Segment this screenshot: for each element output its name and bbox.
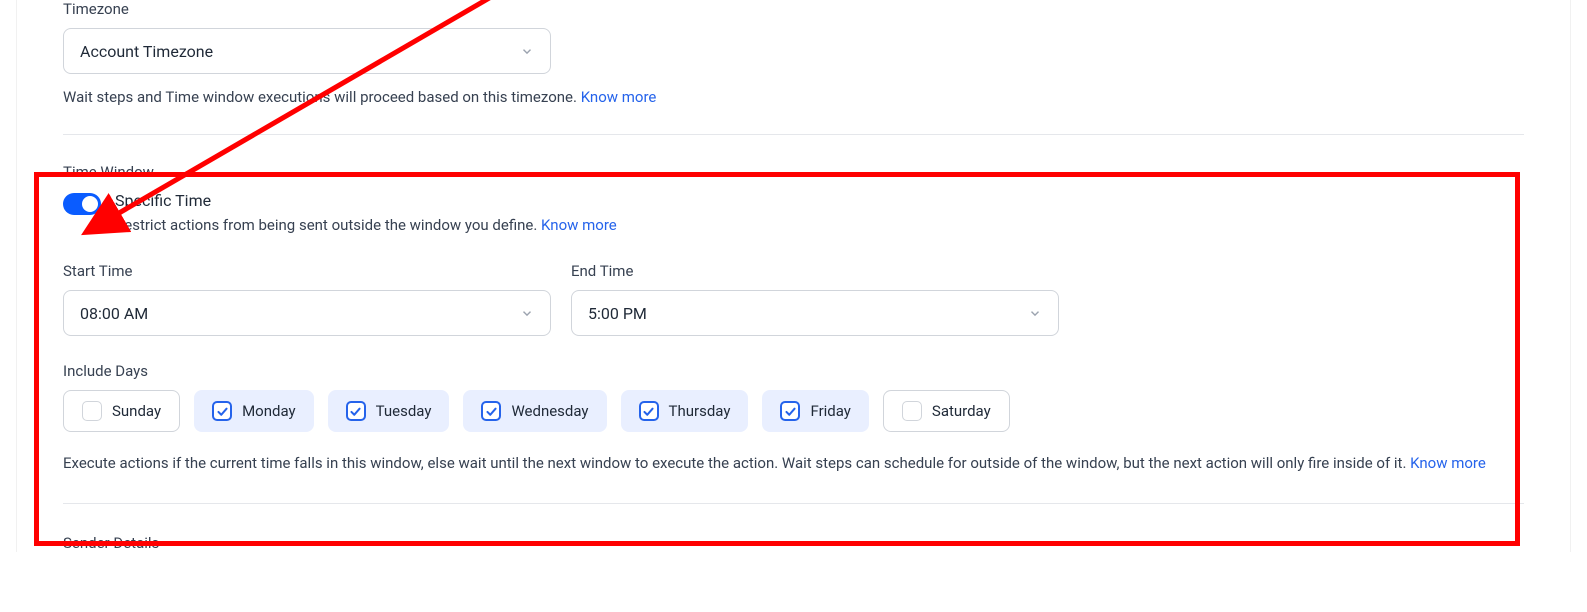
day-label: Saturday [932, 402, 991, 420]
day-label: Thursday [669, 402, 731, 420]
timezone-know-more-link[interactable]: Know more [581, 88, 657, 106]
timezone-select-value: Account Timezone [80, 42, 213, 61]
execute-know-more-link[interactable]: Know more [1410, 454, 1486, 472]
specific-time-desc-text: Restrict actions from being sent outside… [115, 216, 541, 234]
start-time-value: 08:00 AM [80, 304, 148, 323]
section-divider [63, 134, 1524, 135]
start-time-label: Start Time [63, 262, 551, 280]
end-time-value: 5:00 PM [588, 304, 647, 323]
checkbox-icon [82, 401, 102, 421]
specific-time-toggle[interactable] [63, 193, 101, 215]
section-divider [63, 503, 1524, 504]
timezone-select[interactable]: Account Timezone [63, 28, 551, 74]
chevron-down-icon [1028, 306, 1042, 320]
timezone-label: Timezone [63, 0, 1524, 18]
day-chip-wednesday[interactable]: Wednesday [463, 390, 606, 432]
days-row: Sunday Monday Tuesday Wednesday Thursday Frid… [63, 390, 1524, 432]
timezone-help-text: Wait steps and Time window executions wi… [63, 88, 1524, 106]
specific-time-know-more-link[interactable]: Know more [541, 216, 617, 234]
timezone-help-content: Wait steps and Time window executions wi… [63, 88, 581, 106]
day-chip-friday[interactable]: Friday [762, 390, 868, 432]
time-window-label: Time Window [63, 163, 1524, 181]
day-chip-monday[interactable]: Monday [194, 390, 314, 432]
checkbox-icon [346, 401, 366, 421]
checkbox-icon [481, 401, 501, 421]
day-label: Sunday [112, 402, 161, 420]
day-label: Friday [810, 402, 850, 420]
end-time-select[interactable]: 5:00 PM [571, 290, 1059, 336]
specific-time-desc: Restrict actions from being sent outside… [115, 216, 617, 234]
checkbox-icon [639, 401, 659, 421]
checkbox-icon [902, 401, 922, 421]
day-chip-sunday[interactable]: Sunday [63, 390, 180, 432]
day-chip-tuesday[interactable]: Tuesday [328, 390, 450, 432]
end-time-label: End Time [571, 262, 1059, 280]
specific-time-title: Specific Time [115, 191, 617, 210]
checkbox-icon [212, 401, 232, 421]
chevron-down-icon [520, 44, 534, 58]
toggle-knob [82, 196, 98, 212]
execute-help-content: Execute actions if the current time fall… [63, 454, 1410, 472]
day-label: Tuesday [376, 402, 432, 420]
day-chip-thursday[interactable]: Thursday [621, 390, 749, 432]
sender-details-label: Sender Details [63, 534, 1524, 552]
day-label: Wednesday [511, 402, 588, 420]
day-chip-saturday[interactable]: Saturday [883, 390, 1010, 432]
include-days-label: Include Days [63, 362, 1524, 380]
checkbox-icon [780, 401, 800, 421]
chevron-down-icon [520, 306, 534, 320]
start-time-select[interactable]: 08:00 AM [63, 290, 551, 336]
day-label: Monday [242, 402, 296, 420]
execute-help-text: Execute actions if the current time fall… [63, 452, 1524, 475]
